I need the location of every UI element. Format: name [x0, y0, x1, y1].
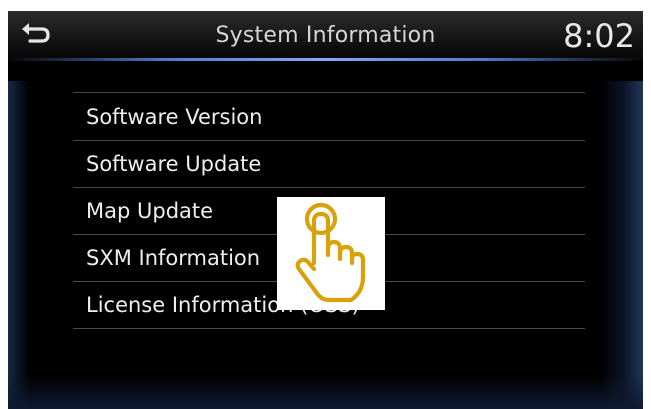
left-edge-glow [8, 81, 30, 409]
menu-item-label: Map Update [86, 199, 214, 223]
page-title: System Information [215, 23, 436, 48]
right-edge-glow [601, 81, 643, 409]
header-accent-line [8, 58, 643, 61]
menu-item-label: Software Version [86, 104, 263, 129]
menu-item-software-version[interactable]: Software Version [73, 93, 585, 141]
bottom-edge-glow [8, 375, 643, 409]
menu-item-software-update[interactable]: Software Update [73, 141, 585, 188]
clock-time: 8:02 [563, 17, 635, 55]
menu-item-label: SXM Information [86, 246, 261, 270]
menu-item-label: Software Update [86, 152, 262, 176]
tap-hand-icon [295, 202, 366, 303]
tap-gesture-overlay [277, 197, 385, 310]
title-bar: System Information 8:02 [8, 11, 643, 61]
